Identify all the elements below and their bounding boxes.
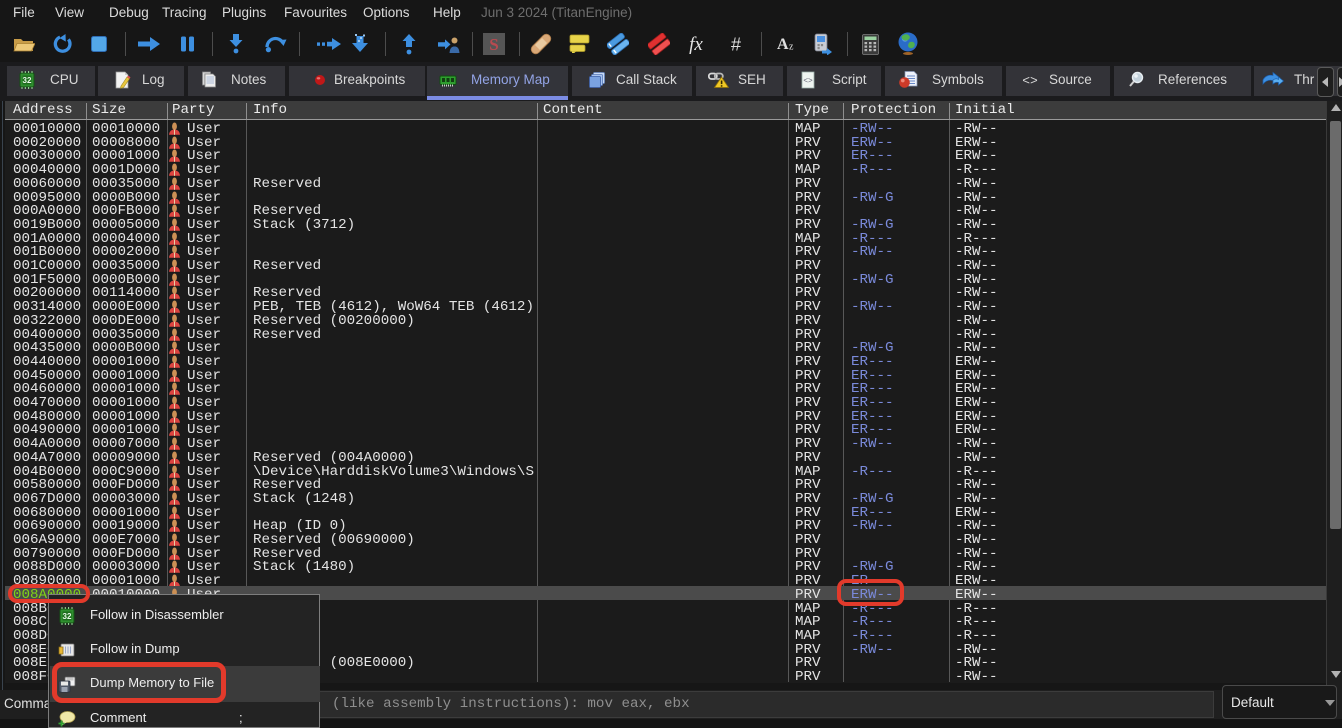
svg-text:z: z — [789, 42, 794, 53]
svg-text:<>: <> — [1022, 74, 1038, 89]
svg-text:32: 32 — [23, 76, 32, 85]
svg-text:#: # — [731, 35, 741, 55]
svg-text:S: S — [489, 35, 498, 54]
svg-text:32: 32 — [63, 612, 72, 621]
svg-text:<>: <> — [803, 76, 813, 85]
svg-text:A: A — [777, 36, 789, 53]
svg-text:fx: fx — [689, 34, 703, 54]
